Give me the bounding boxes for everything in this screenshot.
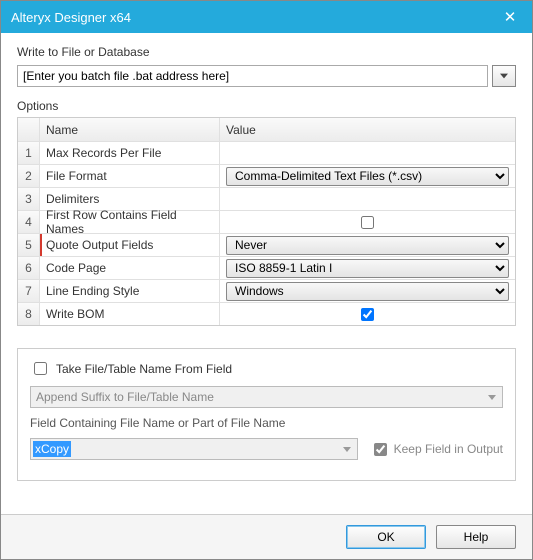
row-name: Write BOM — [40, 303, 220, 325]
append-mode-value: Append Suffix to File/Table Name — [36, 390, 214, 404]
field-row: xCopy Keep Field in Output — [30, 438, 503, 460]
file-label: Write to File or Database — [17, 45, 516, 59]
row-name: Max Records Per File — [40, 142, 220, 164]
row-index: 4 — [18, 211, 40, 233]
row-name: Delimiters — [40, 188, 220, 210]
grid-header: Name Value — [18, 118, 515, 141]
keep-field-label[interactable]: Keep Field in Output — [394, 442, 503, 456]
header-index — [18, 118, 40, 141]
field-name-value: xCopy — [33, 441, 71, 457]
row-value — [220, 211, 515, 233]
file-browse-button[interactable] — [492, 65, 516, 87]
row-index: 5 — [18, 234, 40, 256]
row-value — [220, 142, 515, 164]
row-index: 6 — [18, 257, 40, 279]
append-mode-select[interactable]: Append Suffix to File/Table Name — [30, 386, 503, 408]
row-name: Code Page — [40, 257, 220, 279]
take-name-checkbox[interactable] — [34, 362, 47, 375]
table-row[interactable]: 7Line Ending Style Windows — [18, 279, 515, 302]
dialog-window: Alteryx Designer x64 ✕ Write to File or … — [0, 0, 533, 560]
dialog-footer: OK Help — [1, 514, 532, 559]
table-row[interactable]: 4First Row Contains Field Names — [18, 210, 515, 233]
row-name: Quote Output Fields — [40, 234, 220, 256]
header-name: Name — [40, 118, 220, 141]
row-value — [220, 303, 515, 325]
row-value-select[interactable]: Never — [226, 236, 509, 255]
row-value-select[interactable]: Comma-Delimited Text Files (*.csv) — [226, 167, 509, 186]
take-name-row: Take File/Table Name From Field — [30, 359, 503, 378]
help-button[interactable]: Help — [436, 525, 516, 549]
options-grid: Name Value 1Max Records Per File2File Fo… — [17, 117, 516, 326]
header-value: Value — [220, 118, 515, 141]
row-value: Comma-Delimited Text Files (*.csv) — [220, 165, 515, 187]
row-value-checkbox[interactable] — [361, 308, 374, 321]
options-section: Options Name Value 1Max Records Per File… — [17, 99, 516, 326]
table-row[interactable]: 6Code Page ISO 8859-1 Latin I — [18, 256, 515, 279]
row-value — [220, 188, 515, 210]
ok-button[interactable]: OK — [346, 525, 426, 549]
row-name: Line Ending Style — [40, 280, 220, 302]
chevron-down-icon — [500, 73, 508, 79]
row-value: ISO 8859-1 Latin I — [220, 257, 515, 279]
options-label: Options — [17, 99, 516, 113]
table-row[interactable]: 3Delimiters — [18, 187, 515, 210]
file-row — [17, 65, 516, 87]
close-icon[interactable]: ✕ — [498, 8, 522, 26]
row-value-select[interactable]: ISO 8859-1 Latin I — [226, 259, 509, 278]
row-index: 1 — [18, 142, 40, 164]
row-index: 3 — [18, 188, 40, 210]
row-name: First Row Contains Field Names — [40, 211, 220, 233]
take-name-label[interactable]: Take File/Table Name From Field — [56, 362, 232, 376]
keep-field-checkbox[interactable] — [374, 443, 387, 456]
table-row[interactable]: 5Quote Output Fields Never — [18, 233, 515, 256]
field-name-select[interactable]: xCopy — [30, 438, 358, 460]
row-index: 8 — [18, 303, 40, 325]
field-containing-label: Field Containing File Name or Part of Fi… — [30, 416, 503, 430]
row-index: 2 — [18, 165, 40, 187]
titlebar: Alteryx Designer x64 ✕ — [1, 1, 532, 33]
row-value: Windows — [220, 280, 515, 302]
row-value-checkbox[interactable] — [361, 216, 374, 229]
row-name: File Format — [40, 165, 220, 187]
table-row[interactable]: 1Max Records Per File — [18, 141, 515, 164]
table-row[interactable]: 2File Format Comma-Delimited Text Files (… — [18, 164, 515, 187]
file-path-input[interactable] — [17, 65, 488, 87]
dialog-body: Write to File or Database Options Name V… — [1, 33, 532, 514]
row-index: 7 — [18, 280, 40, 302]
row-value-select[interactable]: Windows — [226, 282, 509, 301]
take-name-panel: Take File/Table Name From Field Append S… — [17, 348, 516, 481]
row-value: Never — [220, 234, 515, 256]
table-row[interactable]: 8Write BOM — [18, 302, 515, 325]
window-title: Alteryx Designer x64 — [11, 10, 498, 25]
keep-field-row: Keep Field in Output — [370, 440, 503, 459]
